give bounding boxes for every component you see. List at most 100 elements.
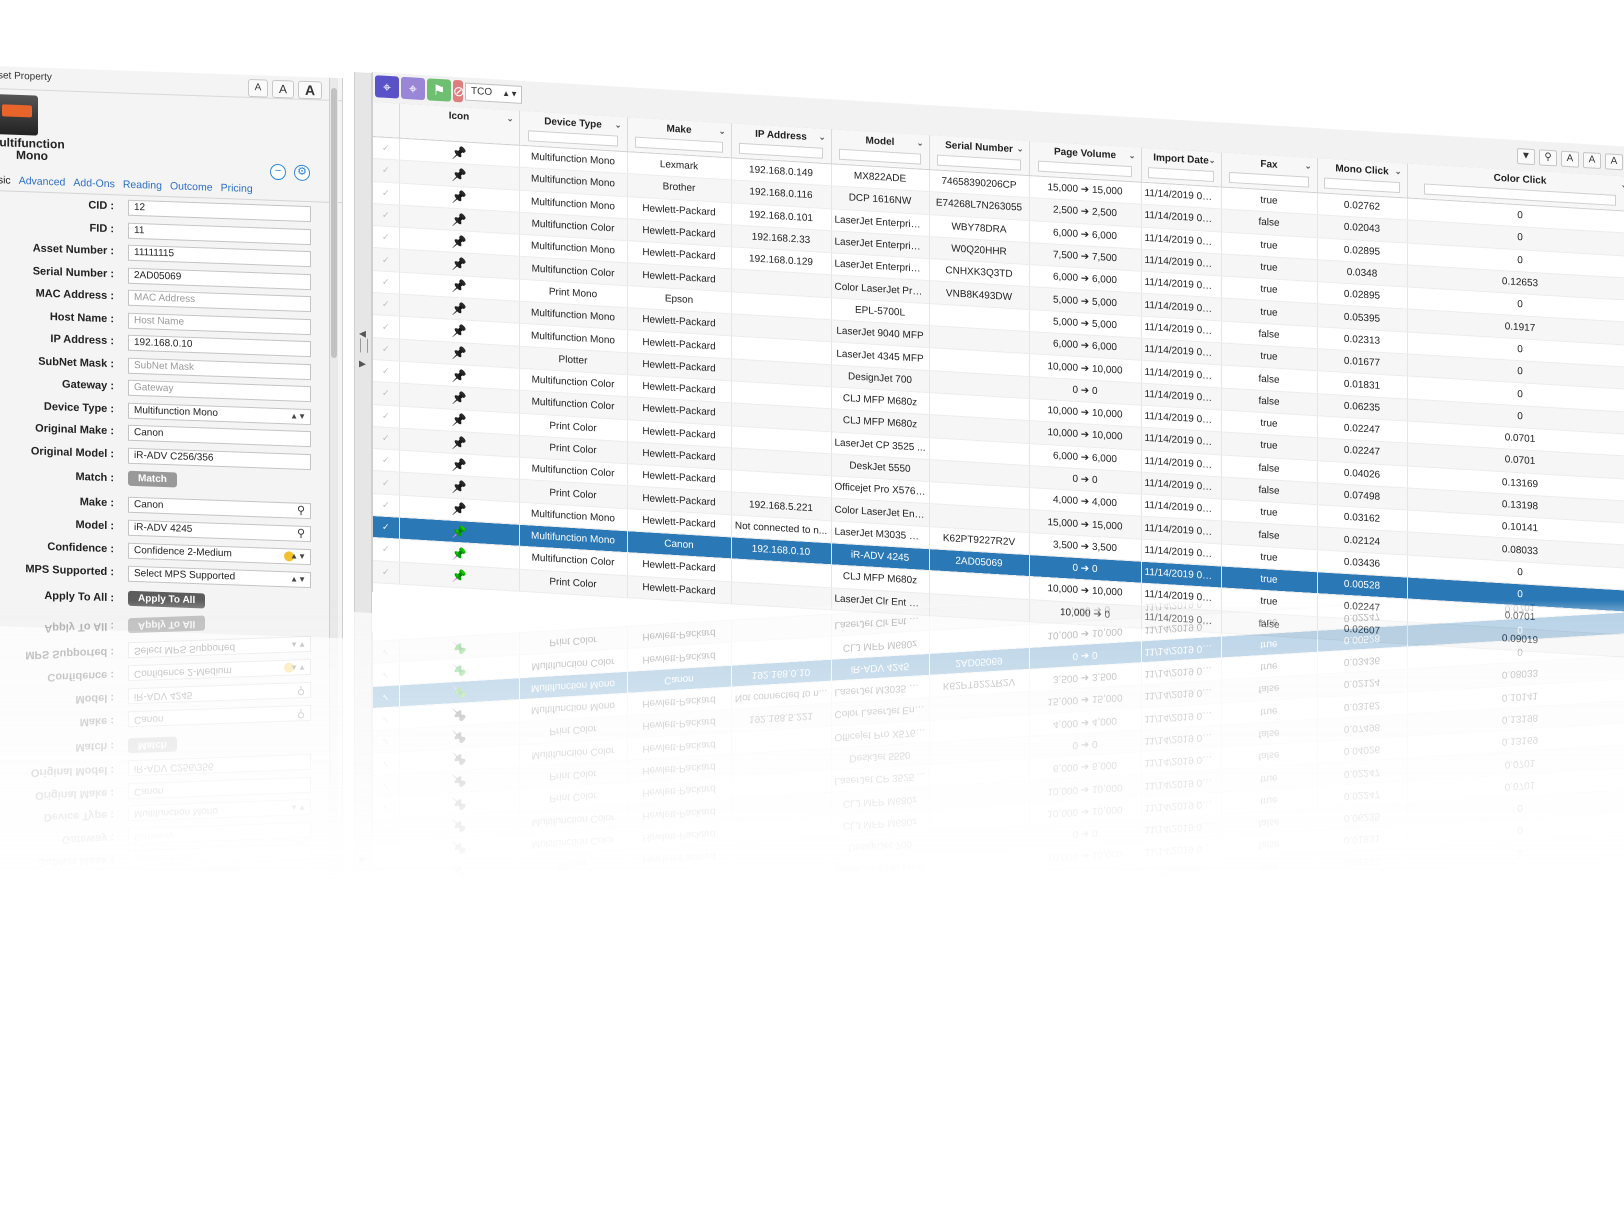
row-check-icon[interactable]: ✓ <box>373 136 399 161</box>
column-header-model: Model ⌄ <box>831 1054 929 1095</box>
asset-number-field[interactable]: 11111115 <box>128 244 311 268</box>
row-check-icon[interactable]: ✓ <box>373 404 399 428</box>
tab-advanced[interactable]: Advanced <box>19 175 66 189</box>
ip-address-field[interactable]: 192.168.0.10 <box>128 334 311 358</box>
mps-supported-select[interactable]: Select MPS Supported ▲▼ <box>128 565 311 589</box>
device-type-select[interactable]: Multifunction Mono ▲▼ <box>128 402 311 425</box>
font-large-button[interactable]: A <box>1605 153 1623 171</box>
font-medium-button[interactable]: A <box>272 79 294 99</box>
row-check-icon[interactable]: ✓ <box>373 203 399 228</box>
split-divider[interactable]: ◀ ▶ <box>354 72 372 614</box>
row-check-icon[interactable]: ✓ <box>373 381 399 406</box>
gateway-field[interactable]: Gateway <box>128 379 311 403</box>
filter-icon[interactable]: ▼ <box>1517 148 1535 166</box>
chevron-down-icon[interactable]: ⌄ <box>719 127 726 136</box>
confidence-select[interactable]: Confidence 2-Medium ▲▼ <box>128 542 311 566</box>
no-flag-icon[interactable]: ⊘ <box>453 79 465 103</box>
column-title: Mono Click <box>1335 1046 1389 1061</box>
serial-number-field[interactable]: 2AD05069 <box>128 267 311 290</box>
chevron-down-icon[interactable]: ⌄ <box>1129 151 1136 160</box>
column-filter-input[interactable] <box>839 148 921 165</box>
column-filter-input[interactable] <box>635 136 723 153</box>
row-check-icon[interactable]: ✓ <box>373 560 399 585</box>
row-check-icon[interactable]: ✓ <box>373 292 399 317</box>
tab-outcome[interactable]: Outcome <box>170 180 213 193</box>
chevron-down-icon[interactable]: ⌄ <box>917 138 924 147</box>
column-header-import-date[interactable]: Import Date ⌄ <box>1141 147 1221 187</box>
row-check-icon[interactable]: ✓ <box>373 426 399 451</box>
expand-right-icon[interactable]: ▶ <box>359 358 366 369</box>
column-header-mono-click[interactable]: Mono Click ⌄ <box>1317 158 1407 198</box>
font-small-button[interactable]: A <box>248 78 268 98</box>
make-search-field[interactable]: Canon ⚲ <box>128 496 311 520</box>
row-check-icon[interactable]: ✓ <box>373 515 399 540</box>
row-check-icon[interactable]: ✓ <box>373 337 399 362</box>
search-icon[interactable]: ⚲ <box>297 504 305 518</box>
column-header-icon[interactable]: Icon ⌄ <box>399 103 519 146</box>
column-filter-input[interactable] <box>1147 167 1215 183</box>
row-check-icon[interactable]: ✓ <box>373 359 399 384</box>
tab-add-ons[interactable]: Add-Ons <box>73 177 114 190</box>
font-medium-button[interactable]: A <box>1583 151 1601 170</box>
mac-address-field[interactable]: MAC Address <box>128 289 311 313</box>
match-button[interactable]: Match <box>128 470 177 488</box>
target-off-icon[interactable]: ⌖ <box>401 76 425 101</box>
row-check-icon[interactable]: ✓ <box>373 181 399 205</box>
column-header-ip-address[interactable]: IP Address ⌄ <box>731 123 831 164</box>
column-filter-input[interactable] <box>739 142 823 159</box>
font-small-button[interactable]: A <box>1561 150 1579 168</box>
row-check-icon[interactable]: ✓ <box>373 448 399 473</box>
ip-address-cell: 192.168.0.116 <box>731 1015 831 1044</box>
column-filter-input[interactable] <box>1228 171 1310 188</box>
gear-icon[interactable]: ⚙ <box>294 164 310 182</box>
chevron-down-icon[interactable]: ⌄ <box>1017 144 1024 153</box>
original-make-field[interactable]: Canon <box>128 424 311 448</box>
panel-scrollbar-thumb[interactable] <box>331 87 337 359</box>
column-header-fax[interactable]: Fax ⌄ <box>1221 152 1317 193</box>
chevron-down-icon[interactable]: ⌄ <box>1209 156 1216 165</box>
model-search-field[interactable]: iR-ADV 4245 ⚲ <box>128 519 311 543</box>
minus-icon[interactable]: − <box>270 163 286 181</box>
map-pin-icon[interactable]: ⚲ <box>1539 149 1557 167</box>
column-filter-input[interactable] <box>1324 177 1400 194</box>
column-header-serial-number[interactable]: Serial Number ⌄ <box>929 135 1029 176</box>
column-header-model[interactable]: Model ⌄ <box>831 129 929 170</box>
chevron-down-icon[interactable]: ⌄ <box>1395 167 1402 176</box>
font-large-button[interactable]: A <box>298 80 322 100</box>
chevron-down-icon[interactable]: ⌄ <box>615 120 622 129</box>
flag-icon[interactable]: ⚑ <box>427 78 451 102</box>
row-check-icon[interactable]: ✓ <box>373 314 399 339</box>
row-check-icon[interactable]: ✓ <box>373 537 399 562</box>
host-name-field[interactable]: Host Name <box>128 312 311 335</box>
column-filter-input[interactable] <box>527 130 619 147</box>
row-check-icon[interactable]: ✓ <box>373 493 399 518</box>
search-icon[interactable]: ⚲ <box>297 527 305 541</box>
drag-handle[interactable] <box>360 338 368 353</box>
row-check-icon[interactable]: ✓ <box>373 270 399 295</box>
fid-field[interactable]: 11 <box>128 222 311 245</box>
view-select[interactable]: TCO ▲▼ <box>465 82 522 104</box>
chevron-down-icon[interactable]: ⌄ <box>819 133 826 142</box>
row-check-icon[interactable]: ✓ <box>373 248 399 272</box>
apply-to-all-button[interactable]: Apply To All <box>128 590 206 609</box>
row-check-icon[interactable]: ✓ <box>373 158 399 183</box>
cid-field[interactable]: 12 <box>128 199 311 223</box>
column-filter-input[interactable] <box>937 154 1021 171</box>
tab-basic[interactable]: asic <box>0 174 11 187</box>
chevron-down-icon[interactable]: ⌄ <box>507 114 514 123</box>
column-header-device-type[interactable]: Device Type ⌄ <box>519 110 627 152</box>
column-header-make[interactable]: Make ⌄ <box>627 117 731 158</box>
row-check-icon[interactable]: ✓ <box>373 471 399 495</box>
tab-pricing[interactable]: Pricing <box>221 182 253 195</box>
row-check-icon[interactable]: ✓ <box>373 225 399 250</box>
tab-reading[interactable]: Reading <box>123 179 162 192</box>
subnet-mask-field[interactable]: SubNet Mask <box>128 357 311 380</box>
column-filter-input[interactable] <box>1037 160 1132 178</box>
original-model-field[interactable]: iR-ADV C256/356 <box>128 447 311 470</box>
chevron-down-icon[interactable]: ⌄ <box>1305 161 1312 170</box>
filter-icon: ▼ <box>1517 1058 1535 1076</box>
column-header-page-volume[interactable]: Page Volume ⌄ <box>1029 141 1141 183</box>
target-icon[interactable]: ⌖ <box>375 75 399 99</box>
column-title: Model <box>865 1075 895 1089</box>
import-date-cell: 11/14/2019 00:07 <box>1141 992 1221 1020</box>
